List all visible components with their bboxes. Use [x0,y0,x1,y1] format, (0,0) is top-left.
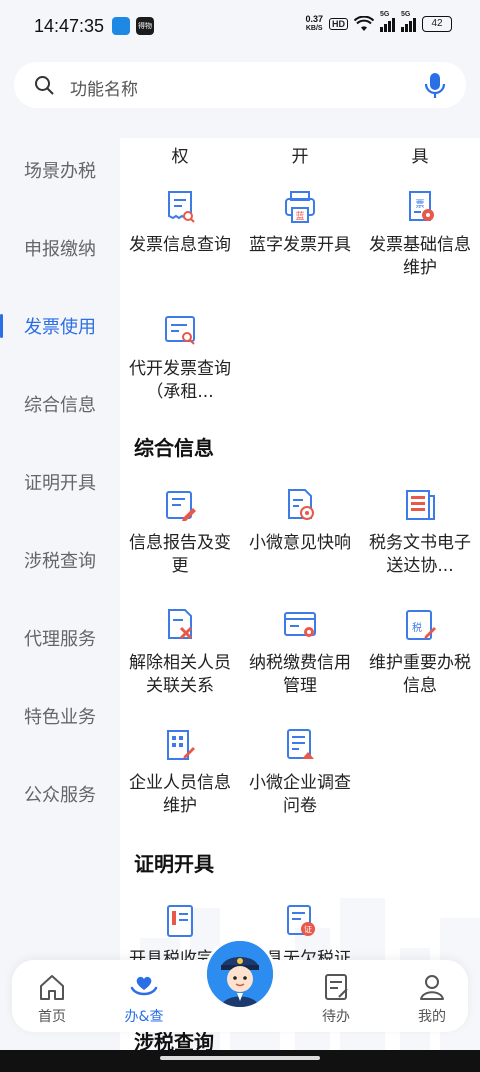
report-edit-icon [166,491,196,521]
function-panel: 权 开 具 发票信息查询 蓝 蓝字发票开具 票 发票基础信息维护 代开发票查询（… [120,138,480,1072]
home-indicator[interactable] [160,1056,320,1060]
svg-text:税: 税 [412,621,422,634]
tax-info-edit-icon: 税 [406,610,436,640]
truncated-label-2: 开 [291,147,309,167]
category-sidebar: 场景办税 申报缴纳 发票使用 综合信息 证明开具 涉税查询 代理服务 特色业务 … [0,122,120,962]
svg-text:证: 证 [304,925,312,934]
feedback-icon [288,489,314,520]
network-speed: 0.37 KB/S [305,14,323,32]
hand-heart-icon [130,976,158,996]
tab-handle-query[interactable]: 办&查 [104,972,184,1028]
signal-icon-1: 5G [380,11,395,32]
signal-icon-2: 5G [401,11,416,32]
microphone-icon[interactable] [424,72,446,100]
sidebar-item-invoice-use[interactable]: 发票使用 [0,303,120,353]
wifi-icon [354,16,374,31]
sidebar-item-tax-query[interactable]: 涉税查询 [0,537,120,587]
smb-survey[interactable]: 小微企业调查问卷 [240,728,360,828]
sidebar-item-special-business[interactable]: 特色业务 [0,693,120,743]
sidebar-item-public-service[interactable]: 公众服务 [0,771,120,821]
tax-officer-mascot-icon [207,941,273,1007]
credit-card-icon [284,612,316,637]
company-staff-icon [167,730,195,760]
blue-invoice-issue[interactable]: 蓝 蓝字发票开具 [240,190,360,290]
svg-text:蓝: 蓝 [295,210,304,222]
truncated-label-1: 权 [171,147,189,167]
info-report-change[interactable]: 信息报告及变更 [120,488,240,588]
app-notification-icon [112,17,130,35]
mascot-assistant-button[interactable] [204,938,276,1010]
invoice-basic-info-maintain[interactable]: 票 发票基础信息维护 [360,190,480,290]
tab-home[interactable]: 首页 [12,972,92,1028]
important-tax-info-maintain[interactable]: 税 维护重要办税信息 [360,608,480,708]
unlink-related-persons[interactable]: 解除相关人员关联关系 [120,608,240,708]
home-icon [40,975,64,1000]
search-icon [35,76,54,95]
sidebar-item-general-info[interactable]: 综合信息 [0,381,120,431]
blue-invoice-icon: 蓝 [285,191,315,223]
user-icon [420,975,444,1000]
battery-icon: 42 [422,16,452,32]
tab-todo[interactable]: 待办 [296,972,376,1028]
smb-feedback[interactable]: 小微意见快响 [240,488,360,588]
company-staff-info-maintain[interactable]: 企业人员信息维护 [120,728,240,828]
status-time: 14:47:35 [34,16,105,36]
search-bar[interactable]: 功能名称 [14,62,466,108]
svg-text:票: 票 [415,199,424,210]
sidebar-item-agent-service[interactable]: 代理服务 [0,615,120,665]
agent-invoice-search-icon [165,316,195,345]
tax-document-e-delivery[interactable]: 税务文书电子送达协... [360,488,480,588]
section-title-certificate: 证明开具 [134,852,214,876]
invoice-info-query[interactable]: 发票信息查询 [120,190,240,290]
invoice-search-icon [168,191,195,223]
sidebar-item-declare-pay[interactable]: 申报缴纳 [0,225,120,275]
hd-icon: HD [329,18,348,30]
section-title-general-info: 综合信息 [134,436,214,460]
unlink-icon [168,609,193,640]
agent-invoice-query[interactable]: 代开发票查询（承租... [120,314,240,414]
todo-icon [325,974,348,1000]
tax-certificate-icon [167,905,193,937]
tab-mine[interactable]: 我的 [392,972,472,1028]
document-delivery-icon [406,490,435,520]
survey-icon [287,729,314,759]
truncated-label-3: 具 [411,147,429,167]
no-arrears-certificate-icon: 证 [287,905,315,936]
active-indicator [0,314,3,338]
tax-credit-management[interactable]: 纳税缴费信用管理 [240,608,360,708]
invoice-maintain-icon: 票 [409,191,434,221]
status-bar: 14:47:35 得物 0.37 KB/S HD 5G 5G 42 [0,0,480,56]
system-nav-bar [0,1050,480,1072]
app-notification-badge: 得物 [136,17,154,35]
sidebar-item-scene-tax[interactable]: 场景办税 [0,147,120,197]
status-icons: 0.37 KB/S HD 5G 5G 42 [305,11,452,34]
sidebar-item-certificate[interactable]: 证明开具 [0,459,120,509]
search-input[interactable]: 功能名称 [70,75,138,100]
